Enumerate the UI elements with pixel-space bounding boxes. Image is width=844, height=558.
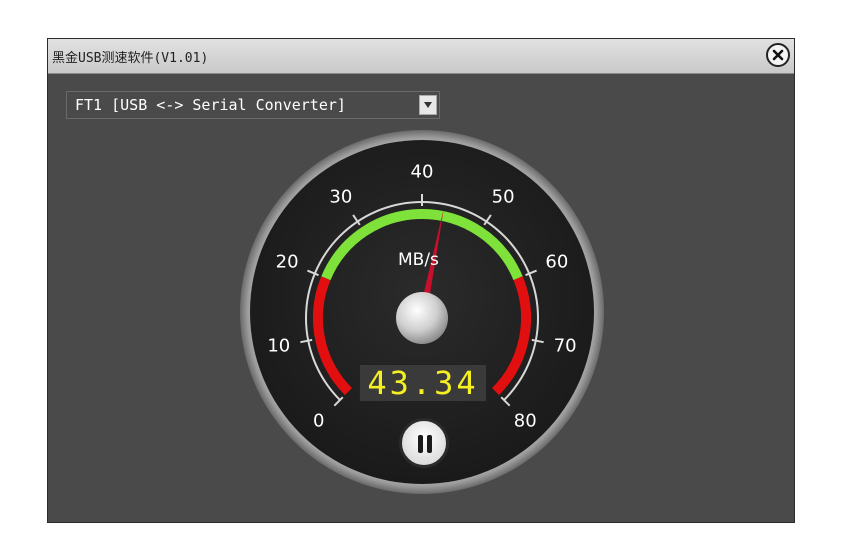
gauge-tick-label-30: 30: [329, 186, 353, 208]
gauge-tick-label-10: 10: [267, 335, 291, 357]
gauge-tick-label-70: 70: [553, 335, 577, 357]
gauge-tick-label-80: 80: [513, 410, 537, 432]
gauge-tick-label-0: 0: [313, 410, 325, 432]
speed-readout: 43.34: [359, 364, 487, 402]
pause-icon: [418, 435, 432, 453]
pause-button[interactable]: [399, 418, 449, 468]
gauge-hub: [396, 292, 448, 344]
gauge-tick-label-50: 50: [491, 186, 515, 208]
unit-label: MB/s: [398, 250, 439, 270]
gauge-tick-label-60: 60: [545, 251, 569, 273]
gauge-tick-label-40: 40: [410, 161, 434, 183]
speed-readout-value: 43.34: [367, 364, 479, 402]
speed-gauge: 0 10 20 30 40 50 60 70 80 MB/s 43.34: [0, 0, 844, 558]
gauge-graphic: [240, 130, 604, 494]
gauge-tick-label-20: 20: [275, 251, 299, 273]
